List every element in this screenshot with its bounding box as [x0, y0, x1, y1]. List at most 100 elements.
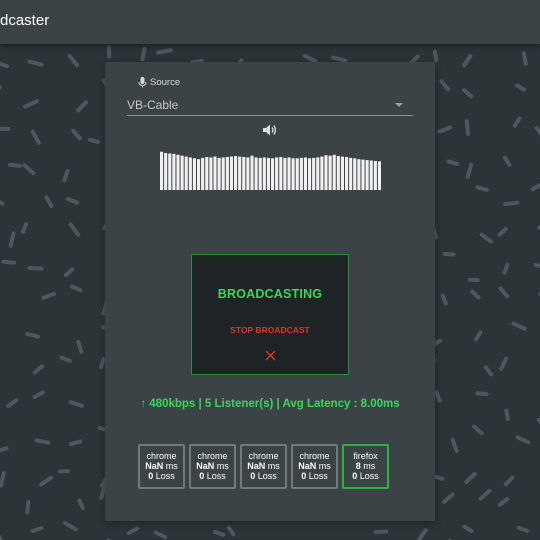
confetti-shape — [439, 79, 451, 92]
confetti-shape — [434, 390, 442, 403]
audio-level-bar — [160, 151, 164, 190]
listener-card: chrome NaN ms 0 Loss — [138, 444, 185, 489]
audio-level-bar — [316, 157, 320, 190]
confetti-shape — [25, 499, 31, 515]
audio-level-bar — [221, 157, 225, 190]
audio-level-bar — [254, 157, 258, 190]
microphone-icon — [138, 77, 147, 88]
confetti-shape — [432, 49, 439, 62]
audio-level-bar — [303, 157, 307, 190]
audio-level-bar — [349, 157, 353, 190]
listener-browser: chrome — [197, 451, 228, 461]
confetti-shape — [462, 54, 473, 68]
confetti-shape — [442, 492, 455, 504]
audio-level-bar — [192, 158, 196, 190]
confetti-shape — [475, 391, 489, 397]
app-title: dcaster — [0, 12, 50, 29]
listener-card: chrome NaN ms 0 Loss — [189, 444, 236, 489]
confetti-shape — [303, 53, 318, 64]
listener-card: firefox 8 ms 0 Loss — [342, 444, 389, 489]
broadcast-status: BROADCASTING — [217, 287, 323, 301]
confetti-shape — [213, 530, 226, 537]
audio-level-bar — [320, 156, 324, 190]
audio-level-bar — [197, 159, 201, 190]
audio-level-bar — [271, 158, 275, 190]
confetti-shape — [440, 293, 448, 306]
audio-level-bar — [328, 155, 332, 190]
audio-level-bar — [353, 158, 357, 190]
audio-level-bar — [168, 153, 172, 190]
confetti-shape — [226, 525, 236, 537]
audio-level-bar — [336, 156, 340, 190]
confetti-shape — [21, 222, 28, 234]
confetti-shape — [521, 51, 528, 66]
source-select[interactable]: VB-Cable — [127, 96, 413, 116]
confetti-shape — [497, 497, 510, 507]
confetti-shape — [497, 226, 508, 237]
confetti-shape — [0, 471, 6, 488]
broadcast-control: BROADCASTING STOP BROADCAST — [191, 254, 349, 375]
confetti-shape — [32, 364, 44, 375]
confetti-shape — [68, 400, 84, 408]
listener-latency: NaN ms — [196, 461, 229, 471]
audio-level-bar — [225, 157, 229, 190]
listener-list: chrome NaN ms 0 Loss chrome NaN ms 0 Loss chro… — [138, 444, 389, 489]
app-bar: dcaster — [0, 0, 540, 44]
audio-level-bar — [164, 153, 168, 190]
confetti-shape — [373, 529, 389, 535]
confetti-shape — [465, 162, 474, 179]
audio-level-bar — [291, 158, 295, 190]
confetti-shape — [156, 48, 173, 55]
audio-level-bar — [246, 157, 250, 190]
confetti-shape — [1, 259, 17, 265]
confetti-shape — [99, 357, 106, 369]
confetti-shape — [153, 530, 168, 540]
audio-level-bar — [217, 157, 221, 190]
audio-level-bar — [184, 156, 188, 190]
confetti-shape — [516, 525, 530, 533]
confetti-shape — [30, 129, 41, 145]
audio-level-bar — [340, 156, 344, 190]
listener-latency: NaN ms — [145, 461, 178, 471]
confetti-shape — [32, 390, 45, 399]
audio-level-bar — [229, 156, 233, 190]
confetti-shape — [331, 55, 348, 63]
volume-icon[interactable] — [263, 124, 277, 136]
audio-level-bar — [308, 158, 312, 190]
audio-level-bar — [172, 153, 176, 190]
confetti-shape — [71, 129, 82, 141]
listener-loss: 0 Loss — [301, 471, 328, 481]
confetti-shape — [502, 262, 510, 275]
confetti-shape — [515, 435, 531, 445]
confetti-shape — [88, 137, 100, 144]
confetti-shape — [8, 231, 16, 248]
confetti-shape — [62, 168, 70, 183]
listener-browser: firefox — [353, 451, 378, 461]
audio-level-bar — [299, 157, 303, 190]
listener-card: chrome NaN ms 0 Loss — [240, 444, 287, 489]
confetti-shape — [464, 119, 470, 136]
confetti-shape — [437, 125, 453, 134]
audio-level-bar — [176, 154, 180, 190]
confetti-shape — [0, 446, 9, 453]
close-icon[interactable] — [265, 350, 276, 361]
confetti-shape — [30, 526, 44, 533]
confetti-shape — [470, 289, 481, 300]
confetti-shape — [76, 339, 84, 354]
confetti-shape — [34, 438, 51, 445]
audio-level-bar — [242, 157, 246, 190]
audio-level-bar — [377, 161, 381, 190]
audio-level-bar — [345, 157, 349, 190]
listener-browser: chrome — [299, 451, 330, 461]
audio-level-bar — [266, 157, 270, 190]
confetti-shape — [39, 475, 53, 487]
stop-broadcast-button[interactable]: STOP BROADCAST — [192, 325, 348, 335]
audio-level-bar — [373, 160, 377, 190]
confetti-shape — [0, 533, 3, 540]
listener-latency: NaN ms — [298, 461, 331, 471]
audio-level-bar — [238, 156, 242, 190]
confetti-shape — [499, 356, 509, 371]
confetti-shape — [76, 100, 88, 113]
audio-level-bar — [188, 157, 192, 190]
confetti-shape — [432, 474, 445, 481]
